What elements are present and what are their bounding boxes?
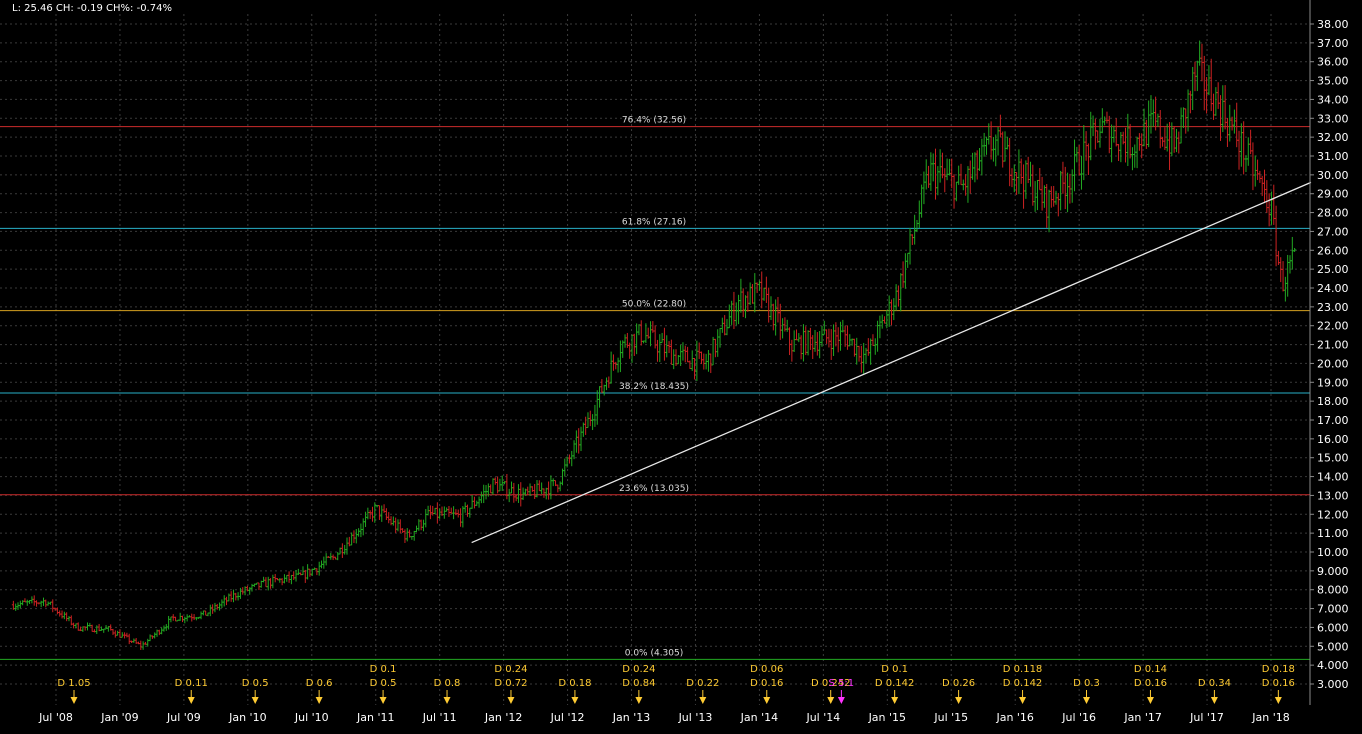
y-tick-label: 12.00 xyxy=(1317,508,1349,521)
y-tick-label: 37.00 xyxy=(1317,37,1349,50)
x-tick-label: Jan '16 xyxy=(995,711,1033,724)
y-tick-label: 23.00 xyxy=(1317,301,1349,314)
y-tick-label: 32.00 xyxy=(1317,131,1349,144)
x-tick-label: Jan '12 xyxy=(484,711,522,724)
dividend-label: D 0.24 xyxy=(622,664,655,675)
y-tick-label: 31.00 xyxy=(1317,150,1349,163)
y-tick-label: 26.00 xyxy=(1317,244,1349,257)
x-tick-label: Jan '18 xyxy=(1251,711,1289,724)
x-tick-label: Jan '13 xyxy=(612,711,650,724)
y-tick-label: 17.00 xyxy=(1317,414,1349,427)
x-tick-label: Jan '11 xyxy=(356,711,394,724)
y-tick-label: 20.00 xyxy=(1317,357,1349,370)
y-tick-label: 33.00 xyxy=(1317,112,1349,125)
dividend-label: D 0.16 xyxy=(1134,678,1167,689)
x-tick-label: Jul '09 xyxy=(166,711,201,724)
dividend-label: D 0.84 xyxy=(622,678,655,689)
x-tick-label: Jul '16 xyxy=(1061,711,1096,724)
y-tick-label: 19.00 xyxy=(1317,376,1349,389)
dividend-label: D 0.1 xyxy=(881,664,908,675)
x-tick-label: Jul '14 xyxy=(805,711,840,724)
y-tick-label: 5.000 xyxy=(1317,640,1349,653)
ohlc-readout: L: 25.46 CH: -0.19 CH%: -0.74% xyxy=(12,3,172,14)
x-tick-label: Jan '15 xyxy=(868,711,906,724)
dividend-label: D 0.6 xyxy=(306,678,333,689)
dividend-label: D 0.118 xyxy=(1003,664,1043,675)
fib-level-label: 0.0% (4.305) xyxy=(625,648,684,658)
x-tick-label: Jul '08 xyxy=(38,711,73,724)
dividend-label: D 0.26 xyxy=(942,678,975,689)
y-tick-label: 36.00 xyxy=(1317,56,1349,69)
dividend-label: D 0.24 xyxy=(494,664,527,675)
y-tick-label: 7.000 xyxy=(1317,603,1349,616)
fib-level-label: 38.2% (18.435) xyxy=(619,382,689,392)
y-tick-label: 30.00 xyxy=(1317,169,1349,182)
y-tick-label: 9.000 xyxy=(1317,565,1349,578)
x-tick-label: Jan '14 xyxy=(740,711,778,724)
dividend-label: D 0.22 xyxy=(686,678,719,689)
y-tick-label: 6.000 xyxy=(1317,621,1349,634)
y-tick-label: 29.00 xyxy=(1317,188,1349,201)
y-tick-label: 10.00 xyxy=(1317,546,1349,559)
dividend-label: D 0.16 xyxy=(1262,678,1295,689)
y-tick-label: 8.000 xyxy=(1317,584,1349,597)
y-tick-label: 11.00 xyxy=(1317,527,1349,540)
dividend-label: D 0.142 xyxy=(875,678,915,689)
y-tick-label: 4.000 xyxy=(1317,659,1349,672)
y-tick-label: 28.00 xyxy=(1317,207,1349,220)
dividend-label: D 0.8 xyxy=(434,678,461,689)
x-tick-label: Jul '10 xyxy=(294,711,329,724)
fib-level-label: 61.8% (27.16) xyxy=(622,217,686,227)
y-tick-label: 13.00 xyxy=(1317,489,1349,502)
dividend-label: D 0.72 xyxy=(494,678,527,689)
y-tick-label: 24.00 xyxy=(1317,282,1349,295)
x-tick-label: Jul '11 xyxy=(422,711,457,724)
y-tick-label: 25.00 xyxy=(1317,263,1349,276)
dividend-label: D 0.5 xyxy=(242,678,269,689)
y-tick-label: 18.00 xyxy=(1317,395,1349,408)
y-tick-label: 16.00 xyxy=(1317,433,1349,446)
x-tick-label: Jan '09 xyxy=(100,711,138,724)
dividend-label: D 0.16 xyxy=(750,678,783,689)
fib-level-label: 50.0% (22.80) xyxy=(622,300,686,310)
y-tick-label: 34.00 xyxy=(1317,93,1349,106)
fib-level-label: 23.6% (13.035) xyxy=(619,484,689,494)
y-tick-label: 27.00 xyxy=(1317,225,1349,238)
x-tick-label: Jul '13 xyxy=(678,711,713,724)
dividend-label: D 0.18 xyxy=(558,678,591,689)
stock-chart[interactable]: 76.4% (32.56) 61.8% (27.16) 50.0% (22.80) 3… xyxy=(0,0,1362,730)
y-tick-label: 21.00 xyxy=(1317,339,1349,352)
dividend-label: D 0.142 xyxy=(1003,678,1043,689)
x-tick-label: Jan '10 xyxy=(228,711,266,724)
dividend-label: D 0.11 xyxy=(175,678,208,689)
dividend-label: D 0.5 xyxy=(370,678,397,689)
split-label: S 5:1 xyxy=(829,678,855,689)
dividend-label: D 0.1 xyxy=(370,664,397,675)
y-tick-label: 35.00 xyxy=(1317,75,1349,88)
y-tick-label: 14.00 xyxy=(1317,471,1349,484)
y-tick-label: 38.00 xyxy=(1317,18,1349,31)
y-tick-label: 22.00 xyxy=(1317,320,1349,333)
dividend-label: D 0.34 xyxy=(1198,678,1231,689)
dividend-label: D 0.3 xyxy=(1073,678,1100,689)
dividend-label: D 0.14 xyxy=(1134,664,1167,675)
dividend-label: D 1.05 xyxy=(57,678,90,689)
y-tick-label: 3.000 xyxy=(1317,678,1349,691)
dividend-label: D 0.06 xyxy=(750,664,783,675)
y-tick-label: 15.00 xyxy=(1317,452,1349,465)
chart-canvas[interactable]: 76.4% (32.56) 61.8% (27.16) 50.0% (22.80) 3… xyxy=(0,0,1362,730)
dividend-label: D 0.18 xyxy=(1262,664,1295,675)
fib-level-label: 76.4% (32.56) xyxy=(622,116,686,126)
x-tick-label: Jan '17 xyxy=(1123,711,1161,724)
x-tick-label: Jul '12 xyxy=(550,711,585,724)
x-tick-label: Jul '17 xyxy=(1189,711,1224,724)
x-tick-label: Jul '15 xyxy=(933,711,968,724)
